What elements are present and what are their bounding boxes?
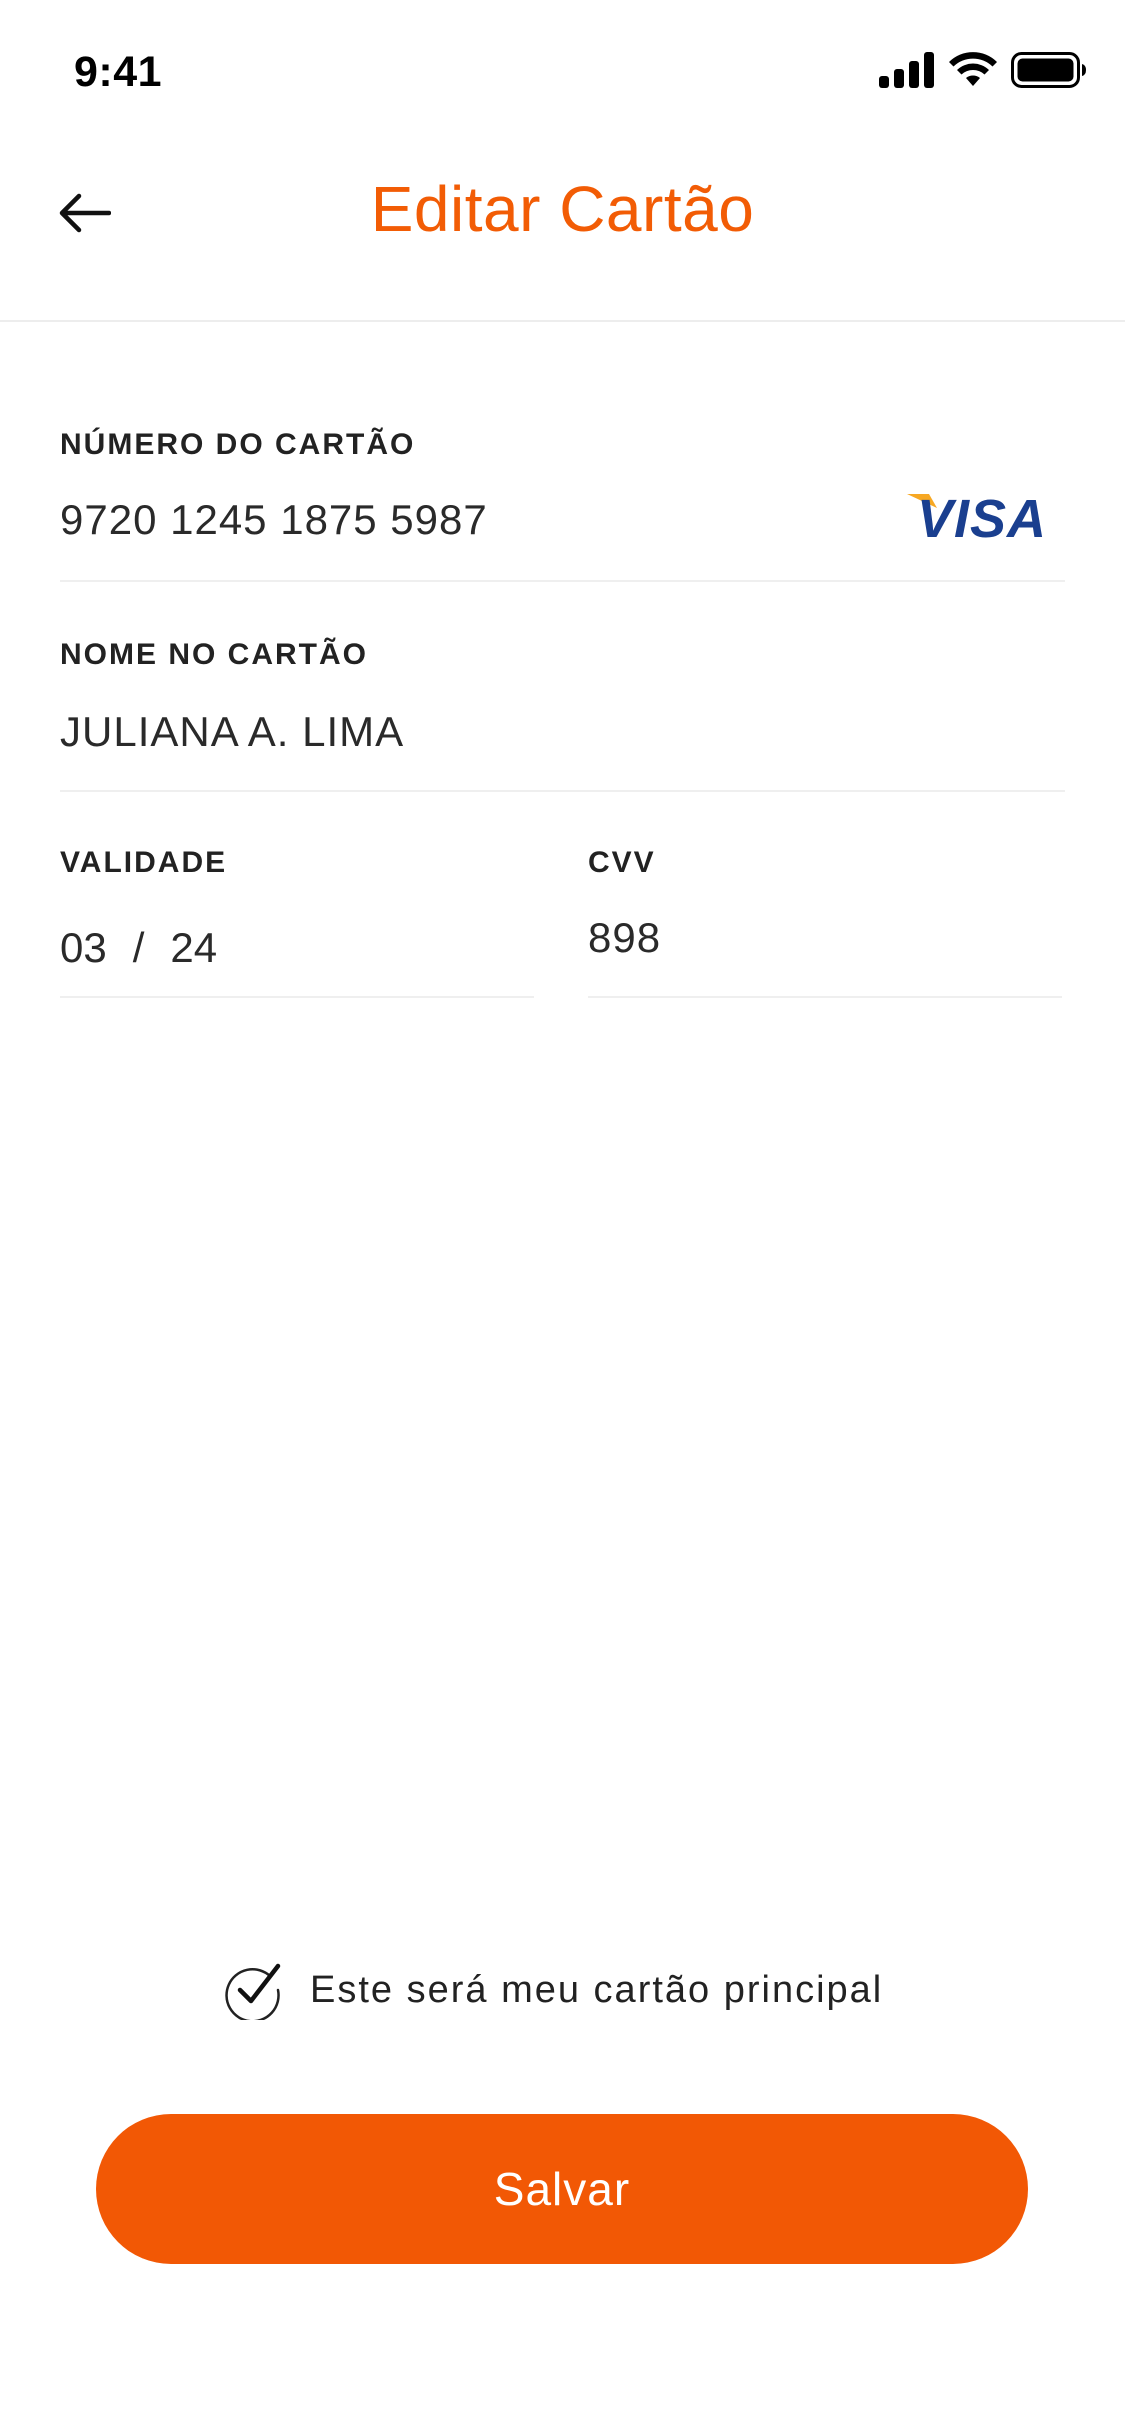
card-number-field: NÚMERO DO CARTÃO VISA xyxy=(60,428,1065,582)
wifi-icon xyxy=(949,52,997,88)
card-number-label: NÚMERO DO CARTÃO xyxy=(60,428,416,461)
save-button[interactable]: Salvar xyxy=(96,2114,1028,2264)
page-title: Editar Cartão xyxy=(370,173,755,245)
default-card-checkbox[interactable]: Este será meu cartão principal xyxy=(224,1960,884,2023)
expiry-field: VALIDADE 03 / 24 xyxy=(60,846,534,998)
status-bar: 9:41 xyxy=(0,0,1125,140)
battery-icon xyxy=(1011,52,1087,88)
cvv-input[interactable] xyxy=(588,908,888,968)
cvv-label: CVV xyxy=(588,846,656,879)
default-card-label: Este será meu cartão principal xyxy=(310,1968,884,2011)
expiry-input[interactable]: 03 / 24 xyxy=(60,924,217,972)
status-icons xyxy=(879,50,1087,90)
expiry-year[interactable]: 24 xyxy=(170,924,217,972)
check-circle-icon[interactable] xyxy=(224,1960,284,2023)
signal-icon xyxy=(879,52,935,88)
visa-logo: VISA xyxy=(916,489,1047,549)
expiry-separator: / xyxy=(132,924,145,971)
expiry-month[interactable]: 03 xyxy=(60,924,107,972)
card-name-field: NOME NO CARTÃO xyxy=(60,638,1065,792)
edit-card-screen: 9:41 Editar Cartão NÚMERO DO CARTÃO 9720… xyxy=(0,0,1125,2436)
card-name-label: NOME NO CARTÃO xyxy=(60,638,368,671)
cvv-field: CVV xyxy=(588,846,1062,998)
header: Editar Cartão xyxy=(0,140,1125,322)
card-number-input[interactable] xyxy=(60,490,820,550)
card-name-input[interactable] xyxy=(60,702,960,762)
expiry-label: VALIDADE xyxy=(60,846,228,879)
status-time: 9:41 xyxy=(74,48,163,96)
